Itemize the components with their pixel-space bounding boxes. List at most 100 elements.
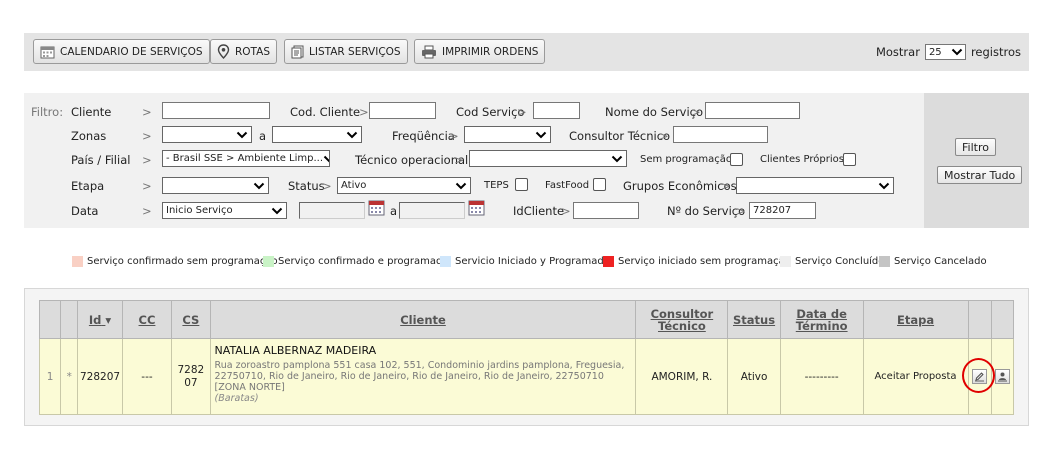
col-action-2 [990, 300, 1015, 339]
pais-value: - Brasil SSE > Ambiente Limp... [166, 153, 324, 164]
mostrar-tudo-button[interactable]: Mostrar Tudo [937, 166, 1023, 184]
data-select[interactable]: Inicio Serviço [162, 202, 287, 219]
arrow-pais: > [142, 153, 152, 167]
idcliente-input[interactable] [573, 202, 639, 219]
arrow-etapa: > [142, 179, 152, 193]
cliente-input[interactable] [162, 102, 270, 119]
fastfood-label: FastFood [545, 180, 590, 191]
arrow-cod-cliente: > [359, 105, 369, 119]
row-number: 1 [38, 338, 62, 415]
imprimir-ordens-button[interactable]: IMPRIMIR ORDENS [414, 39, 546, 64]
cliente-label: Cliente [71, 105, 112, 119]
legend-label: Serviço iniciado sem programação [618, 255, 791, 267]
legend-label: Serviço confirmado e programado [278, 255, 449, 267]
cell-edit [967, 338, 992, 415]
assign-user-button[interactable] [994, 368, 1010, 384]
zonas-a-label: a [259, 129, 267, 143]
client-reference: (Baratas) [214, 393, 259, 404]
grupos-select[interactable] [736, 177, 894, 194]
teps-label: TEPS [484, 180, 509, 191]
page-size-select[interactable]: 25 [924, 44, 966, 60]
pais-label: País / Filial [71, 153, 131, 167]
pais-filial-select[interactable]: - Brasil SSE > Ambiente Limp... [162, 150, 330, 167]
legend-swatch [440, 255, 451, 267]
services-grid: Id ▾ CC CS Cliente Consultor Técnico Sta… [24, 288, 1029, 426]
table-row[interactable]: 1 * 728207 --- 728207 NATALIA ALBERNAZ M… [38, 338, 1015, 415]
chevron-down-icon [253, 182, 265, 189]
col-cs[interactable]: CS [171, 300, 211, 339]
legend-swatch [780, 255, 791, 267]
data-value: Inicio Serviço [166, 205, 233, 216]
col-etapa[interactable]: Etapa [862, 300, 969, 339]
col-id-label: Id [88, 312, 102, 327]
document-icon [291, 45, 304, 58]
zonas-from-select[interactable] [162, 126, 252, 143]
consultor-input[interactable] [673, 126, 768, 143]
col-consultor[interactable]: Consultor Técnico [635, 300, 729, 339]
cod-servico-input[interactable] [533, 102, 580, 119]
sem-programacao-checkbox[interactable] [730, 153, 743, 166]
calendar-icon[interactable] [468, 200, 485, 216]
col-data-termino[interactable]: Data de Término [779, 300, 864, 339]
chevron-down-icon [878, 182, 890, 189]
legend-label: Serviço Cancelado [894, 255, 987, 267]
listar-servicos-button[interactable]: LISTAR SERVIÇOS [284, 39, 408, 64]
legend-item: Servicio Iniciado y Programado [440, 254, 610, 268]
cell-etapa: Aceitar Proposta [862, 338, 969, 415]
table-header-row: Id ▾ CC CS Cliente Consultor Técnico Sta… [38, 300, 1015, 339]
arrow-frequencia: > [449, 129, 459, 143]
calendar-icon [40, 46, 55, 58]
status-select[interactable]: Ativo [337, 177, 471, 194]
nome-servico-label: Nome do Serviço [605, 105, 704, 119]
col-status[interactable]: Status [727, 300, 781, 339]
arrow-cliente: > [142, 105, 152, 119]
col-action-1 [967, 300, 992, 339]
etapa-select[interactable] [162, 177, 269, 194]
rotas-button[interactable]: ROTAS [210, 39, 278, 64]
clientes-proprios-label: Clientes Próprios [760, 154, 844, 165]
filtro-button[interactable]: Filtro [955, 138, 996, 156]
cod-cliente-input[interactable] [369, 102, 436, 119]
location-pin-icon [217, 44, 230, 59]
date-from-input[interactable] [299, 202, 365, 219]
client-zone: [ZONA NORTE] [214, 382, 285, 393]
tecnico-select[interactable] [469, 150, 627, 167]
arrow-no-servico: > [736, 204, 746, 218]
legend-item: Serviço iniciado sem programação [603, 254, 791, 268]
calendar-button[interactable]: CALENDARIO DE SERVIÇOS [33, 39, 210, 64]
date-to-input[interactable] [399, 202, 465, 219]
frequencia-select[interactable] [464, 126, 551, 143]
arrow-zonas: > [142, 129, 152, 143]
calendar-icon[interactable] [368, 200, 385, 216]
teps-checkbox[interactable] [515, 178, 528, 191]
col-cc[interactable]: CC [121, 300, 173, 339]
edit-button[interactable] [972, 368, 988, 384]
zonas-to-select[interactable] [272, 126, 362, 143]
clientes-proprios-checkbox[interactable] [843, 153, 856, 166]
chevron-down-icon [455, 182, 467, 189]
col-cliente[interactable]: Cliente [209, 300, 637, 339]
tecnico-label: Técnico operacional [355, 153, 469, 167]
col-mark [60, 300, 79, 339]
col-id[interactable]: Id ▾ [77, 300, 123, 339]
listar-label: LISTAR SERVIÇOS [309, 45, 401, 58]
cod-servico-label: Cod Serviço [456, 105, 525, 119]
chevron-down-icon [951, 48, 963, 56]
fastfood-checkbox[interactable] [593, 178, 606, 191]
chevron-down-icon [611, 155, 623, 162]
cell-consultor: AMORIM, R. [635, 338, 729, 415]
filter-title: Filtro: [31, 105, 64, 119]
edit-icon [975, 371, 985, 381]
page-size-value: 25 [928, 46, 942, 58]
status-value: Ativo [341, 180, 367, 191]
chevron-down-icon [323, 155, 329, 162]
no-servico-label: Nº do Serviço [667, 204, 746, 218]
nome-servico-input[interactable] [705, 102, 800, 119]
chevron-down-icon [346, 131, 358, 138]
arrow-data: > [142, 204, 152, 218]
arrow-tecnico: > [454, 153, 464, 167]
legend-label: Serviço confirmado sem programação [87, 255, 278, 267]
legend-item: Serviço Cancelado [879, 254, 987, 268]
no-servico-input[interactable]: 728207 [749, 202, 816, 219]
cell-status: Ativo [727, 338, 781, 415]
